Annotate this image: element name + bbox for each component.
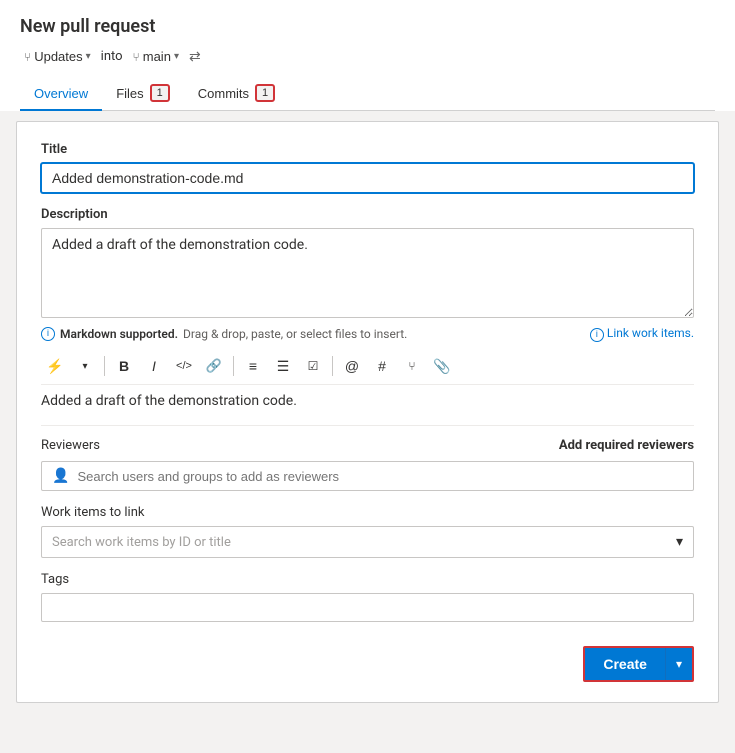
reviewers-row: Reviewers Add required reviewers: [41, 438, 694, 453]
tab-overview[interactable]: Overview: [20, 78, 102, 111]
link-work-items-info-icon: i: [590, 328, 604, 342]
tab-commits-badge: 1: [255, 84, 275, 102]
tab-commits[interactable]: Commits 1: [184, 76, 289, 110]
description-preview: Added a draft of the demonstration code.: [41, 393, 694, 409]
swap-branches-icon[interactable]: ⇄: [189, 49, 201, 65]
branch-row: ⑂ Updates ▾ into ⑂ main ▾ ⇄: [20, 47, 715, 66]
work-items-placeholder: Search work items by ID or title: [52, 535, 231, 550]
footer-row: Create ▾: [41, 646, 694, 682]
markdown-hint-row: i Markdown supported. Drag & drop, paste…: [41, 326, 694, 342]
toolbar-separator-2: [233, 356, 234, 376]
reviewers-label: Reviewers: [41, 438, 100, 453]
mention-button[interactable]: @: [338, 352, 366, 380]
markdown-info-icon: i: [41, 327, 55, 341]
work-items-chevron-icon: ▾: [676, 534, 683, 550]
create-dropdown-button[interactable]: ▾: [665, 648, 692, 680]
title-label: Title: [41, 142, 694, 157]
work-items-label: Work items to link: [41, 505, 694, 520]
link-button[interactable]: 🔗: [200, 352, 228, 380]
unordered-list-button[interactable]: ☰: [269, 352, 297, 380]
reviewers-search-input[interactable]: [77, 469, 683, 484]
tabs-row: Overview Files 1 Commits 1: [20, 76, 715, 111]
toolbar-separator-3: [332, 356, 333, 376]
description-toolbar: ⚡ ▾ B I </> 🔗 ≡ ☰ ☑ @ # ⑂ 📎: [41, 348, 694, 385]
toolbar-separator-1: [104, 356, 105, 376]
target-branch-label: main: [143, 49, 171, 64]
work-items-dropdown[interactable]: Search work items by ID or title ▾: [41, 526, 694, 558]
tab-commits-label: Commits: [198, 86, 249, 101]
reviewers-search-row[interactable]: 👤: [41, 461, 694, 491]
target-branch-icon: ⑂: [133, 50, 140, 64]
create-button-group: Create ▾: [583, 646, 694, 682]
bold-button[interactable]: B: [110, 352, 138, 380]
source-branch-icon: ⑂: [24, 50, 31, 64]
code-button[interactable]: </>: [170, 352, 198, 380]
source-branch-label: Updates: [34, 49, 82, 64]
pull-request-toolbar-icon[interactable]: ⑂: [398, 352, 426, 380]
heading-button[interactable]: #: [368, 352, 396, 380]
target-branch-button[interactable]: ⑂ main ▾: [129, 47, 183, 66]
markdown-supported-label: Markdown supported.: [60, 327, 178, 341]
into-label: into: [101, 49, 123, 64]
markdown-hint-left: i Markdown supported. Drag & drop, paste…: [41, 327, 407, 341]
add-required-reviewers-link[interactable]: Add required reviewers: [559, 438, 694, 453]
attach-button[interactable]: 📎: [428, 352, 456, 380]
task-list-button[interactable]: ☑: [299, 352, 327, 380]
description-textarea[interactable]: Added a draft of the demonstration code.: [41, 228, 694, 318]
create-button[interactable]: Create: [585, 648, 665, 680]
section-divider-1: [41, 425, 694, 426]
page-title: New pull request: [20, 16, 715, 37]
italic-button[interactable]: I: [140, 352, 168, 380]
tags-label: Tags: [41, 572, 694, 587]
format-chevron-button[interactable]: ▾: [71, 352, 99, 380]
tags-input[interactable]: [41, 593, 694, 622]
format-bolt-button[interactable]: ⚡: [41, 352, 69, 380]
ordered-list-button[interactable]: ≡: [239, 352, 267, 380]
link-work-items-label: Link work items.: [607, 326, 694, 340]
page-header: New pull request ⑂ Updates ▾ into ⑂ main…: [0, 0, 735, 111]
main-content: Title Description Added a draft of the d…: [16, 121, 719, 703]
tab-overview-label: Overview: [34, 86, 88, 101]
person-search-icon: 👤: [52, 468, 69, 484]
tab-files[interactable]: Files 1: [102, 76, 184, 110]
source-branch-button[interactable]: ⑂ Updates ▾: [20, 47, 95, 66]
description-label: Description: [41, 207, 694, 222]
tab-files-label: Files: [116, 86, 143, 101]
source-branch-chevron: ▾: [86, 51, 91, 62]
drag-drop-hint: Drag & drop, paste, or select files to i…: [183, 327, 407, 341]
title-input[interactable]: [41, 163, 694, 193]
tab-files-badge: 1: [150, 84, 170, 102]
target-branch-chevron: ▾: [174, 51, 179, 62]
